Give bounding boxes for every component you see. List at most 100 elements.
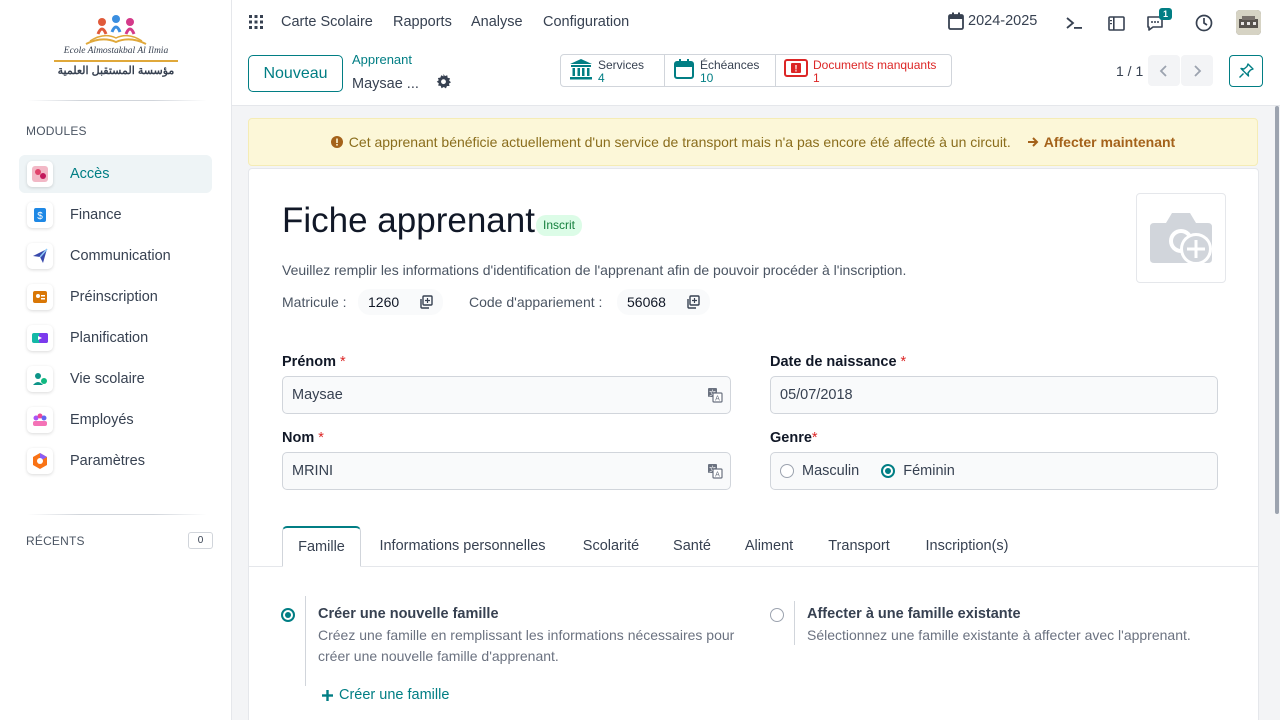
tab-famille[interactable]: Famille <box>282 526 361 567</box>
nom-value: MRINI <box>292 463 334 479</box>
add-photo-button[interactable] <box>1136 193 1226 283</box>
genre-option-masculin[interactable]: Masculin <box>780 463 859 479</box>
apps-grid-icon[interactable] <box>249 15 263 32</box>
pager-value[interactable]: 1 / 1 <box>1116 63 1143 79</box>
gear-icon[interactable] <box>436 74 451 92</box>
copy-icon[interactable] <box>686 295 700 309</box>
dob-label-text: Date de naissance <box>770 354 897 370</box>
sidebar-item-employes[interactable]: Employés <box>19 401 212 439</box>
missing-documents-icon: ! <box>784 59 808 77</box>
sidebar-item-label: Planification <box>70 330 149 346</box>
sidebar-item-label: Finance <box>70 207 122 223</box>
translate-icon[interactable]: 文A <box>707 463 723 483</box>
genre-label-text: Genre <box>770 430 812 446</box>
genre-field: Masculin Féminin <box>770 452 1218 490</box>
camera-add-icon <box>1150 213 1212 265</box>
echeances-smart-button[interactable]: Échéances 10 <box>665 55 776 86</box>
sidebar-item-preinscription[interactable]: Préinscription <box>19 278 212 316</box>
employees-icon <box>27 407 53 433</box>
vertical-scrollbar[interactable] <box>1275 106 1279 514</box>
existing-family-description: Sélectionnez une famille existante à aff… <box>807 627 1191 643</box>
matricule-value: 1260 <box>368 294 400 310</box>
access-icon <box>27 161 53 187</box>
nom-label-text: Nom <box>282 430 315 446</box>
prenom-value: Maysae <box>292 387 343 403</box>
svg-text:A: A <box>715 396 720 403</box>
create-family-title: Créer une nouvelle famille <box>318 606 499 622</box>
panel-toggle-icon[interactable] <box>1105 12 1127 34</box>
missing-documents-smart-button[interactable]: ! Documents manquants 1 <box>776 55 951 86</box>
terminal-icon[interactable] <box>1063 12 1085 34</box>
create-family-link[interactable]: Créer une famille <box>322 687 449 703</box>
new-button[interactable]: Nouveau <box>248 55 343 92</box>
pin-button[interactable] <box>1229 55 1263 87</box>
choice-divider <box>305 596 306 686</box>
menu-configuration[interactable]: Configuration <box>543 14 629 30</box>
tab-transport[interactable]: Transport <box>817 526 901 566</box>
genre-option-feminin[interactable]: Féminin <box>881 463 955 479</box>
form-intro: Veuillez remplir les informations d'iden… <box>282 262 907 278</box>
calendar-icon <box>674 59 694 79</box>
sidebar-item-communication[interactable]: Communication <box>19 237 212 275</box>
communication-icon <box>27 243 53 269</box>
control-panel: Nouveau Apprenant Maysae ... Services 4 É… <box>232 46 1280 106</box>
pager-previous-button[interactable] <box>1148 55 1180 86</box>
sidebar-item-finance[interactable]: $ Finance <box>19 196 212 234</box>
translate-icon[interactable]: 文A <box>707 387 723 407</box>
required-marker: * <box>340 354 346 370</box>
prenom-label-text: Prénom <box>282 354 336 370</box>
tab-inscriptions[interactable]: Inscription(s) <box>913 526 1021 566</box>
chevron-right-icon <box>1194 64 1202 77</box>
sidebar-item-parametres[interactable]: Paramètres <box>19 442 212 480</box>
sidebar-item-acces[interactable]: Accès <box>19 155 212 193</box>
breadcrumb-current: Maysae ... <box>352 76 419 92</box>
settings-icon <box>27 448 53 474</box>
bank-icon <box>570 59 592 80</box>
menu-analyse[interactable]: Analyse <box>471 14 523 30</box>
vie-scolaire-icon <box>27 366 53 392</box>
assign-now-label: Affecter maintenant <box>1043 134 1176 150</box>
calendar-icon <box>948 12 964 30</box>
sidebar-item-vie-scolaire[interactable]: Vie scolaire <box>19 360 212 398</box>
dob-label: Date de naissance * <box>770 354 906 370</box>
prenom-field[interactable]: Maysae 文A <box>282 376 731 414</box>
tab-aliment[interactable]: Aliment <box>733 526 805 566</box>
tab-informations-personnelles[interactable]: Informations personnelles <box>368 526 557 566</box>
smart-button-value: 10 <box>700 71 714 85</box>
matricule-chip: 1260 <box>358 289 444 315</box>
clock-icon[interactable] <box>1193 12 1215 34</box>
academic-year-selector[interactable]: 2024-2025 <box>948 12 1037 30</box>
planification-icon <box>27 325 53 351</box>
sidebar: Ecole Almostakbal Al Ilmia مؤسسة المستقب… <box>0 0 232 720</box>
tab-sante[interactable]: Santé <box>663 526 721 566</box>
recents-count-badge: 0 <box>188 532 213 549</box>
messages-count-badge: 1 <box>1159 8 1173 20</box>
radio-feminin[interactable] <box>881 464 896 478</box>
sidebar-divider <box>27 100 207 101</box>
radio-create-family[interactable] <box>281 608 295 622</box>
copy-icon[interactable] <box>419 295 433 309</box>
genre-option-label: Masculin <box>802 463 860 479</box>
assign-now-link[interactable]: Affecter maintenant <box>1027 134 1175 150</box>
svg-text:A: A <box>715 472 720 479</box>
menu-carte-scolaire[interactable]: Carte Scolaire <box>281 14 373 30</box>
pager-next-button[interactable] <box>1181 55 1213 86</box>
smart-button-value: 1 <box>813 71 820 85</box>
radio-existing-family[interactable] <box>770 608 784 622</box>
menu-rapports[interactable]: Rapports <box>393 14 452 30</box>
required-marker: * <box>318 430 324 446</box>
dob-field[interactable]: 05/07/2018 <box>770 376 1218 414</box>
school-name: Ecole Almostakbal Al Ilmia <box>63 46 169 56</box>
exclamation-circle-icon <box>330 136 343 148</box>
sidebar-item-label: Préinscription <box>70 289 158 305</box>
user-avatar[interactable] <box>1236 10 1261 35</box>
arrow-right-icon <box>1027 137 1039 147</box>
nom-field[interactable]: MRINI 文A <box>282 452 731 490</box>
sidebar-item-planification[interactable]: Planification <box>19 319 212 357</box>
services-smart-button[interactable]: Services 4 <box>561 55 665 86</box>
tab-scolarite[interactable]: Scolarité <box>567 526 655 566</box>
sidebar-divider <box>27 514 207 515</box>
breadcrumb-parent[interactable]: Apprenant <box>352 52 412 67</box>
radio-masculin[interactable] <box>780 464 794 478</box>
smart-buttons: Services 4 Échéances 10 ! Documents manqua… <box>560 54 952 87</box>
